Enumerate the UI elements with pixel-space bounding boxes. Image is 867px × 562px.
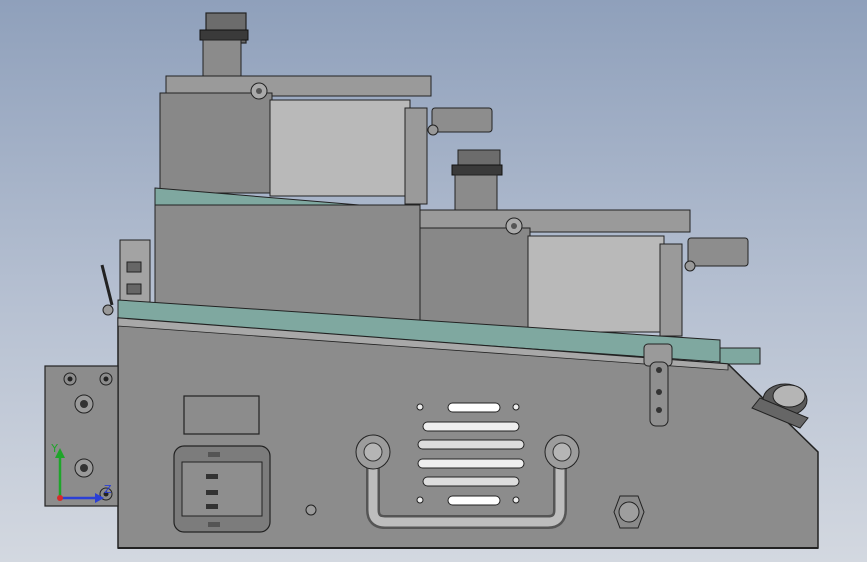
middle-side-grip <box>687 237 749 267</box>
side-plate-screw-1-hole <box>67 376 73 382</box>
vent-slot-5 <box>422 476 520 487</box>
upper-side-grip <box>431 107 493 133</box>
upper-motor-end-cap <box>404 107 428 205</box>
middle-motor-end-cap <box>659 243 683 337</box>
upper-bolt-hole <box>256 88 262 94</box>
upper-grip-pin <box>427 124 439 136</box>
inlet-screw-top <box>208 452 220 457</box>
middle-motor-body <box>527 235 665 333</box>
top-connector-body <box>202 39 242 81</box>
triad-y-label: Y <box>50 442 58 455</box>
mid-connector-band <box>451 164 503 176</box>
vent-hole-bl <box>416 496 424 504</box>
middle-housing-block <box>419 227 531 329</box>
latch-pin-2 <box>656 389 662 395</box>
vent-slot-3 <box>417 439 525 450</box>
latch-pin-3 <box>656 407 662 413</box>
triad-x-axis <box>57 495 63 501</box>
lid-teal-tab <box>719 347 761 365</box>
middle-grip-pin <box>684 260 696 272</box>
power-inlet <box>173 445 271 533</box>
side-connector-2-core <box>80 464 88 472</box>
middle-bolt-hole <box>511 223 517 229</box>
rail-slot-1 <box>126 261 142 273</box>
inlet-pin-1 <box>206 474 218 479</box>
rail-slot-2 <box>126 283 142 295</box>
vent-slot-2 <box>422 421 520 432</box>
vent-hole-tl <box>416 403 424 411</box>
knob-cap <box>772 384 806 408</box>
upper-left-motor-module <box>159 12 493 205</box>
power-inlet-socket <box>181 461 263 517</box>
top-connector-band <box>199 29 249 41</box>
inlet-pin-3 <box>206 504 218 509</box>
triad-z-label: Z <box>104 483 112 496</box>
vent-slot-4 <box>417 458 525 469</box>
gland-ring <box>618 501 640 523</box>
cable-gland <box>613 495 645 529</box>
small-screw <box>305 504 317 516</box>
handle-mount-right-inner <box>552 442 572 462</box>
vent-slot-6 <box>447 495 501 506</box>
vent-hole-tr <box>512 403 520 411</box>
label-plate <box>183 395 260 435</box>
handle-mount-left-inner <box>363 442 383 462</box>
inlet-pin-2 <box>206 490 218 495</box>
vent-hole-br <box>512 496 520 504</box>
vent-slot-1 <box>447 402 501 413</box>
latch-pin-1 <box>656 367 662 373</box>
side-plate-screw-2-hole <box>103 376 109 382</box>
cad-drawing-canvas: Y Z <box>44 12 819 549</box>
rail-lever <box>100 264 114 306</box>
upper-housing-left-block <box>159 92 273 194</box>
inlet-screw-bottom <box>208 522 220 527</box>
upper-motor-body <box>269 99 411 197</box>
rail-lever-pivot <box>102 304 114 316</box>
side-connector-1-core <box>80 400 88 408</box>
mid-connector-body <box>454 174 498 214</box>
